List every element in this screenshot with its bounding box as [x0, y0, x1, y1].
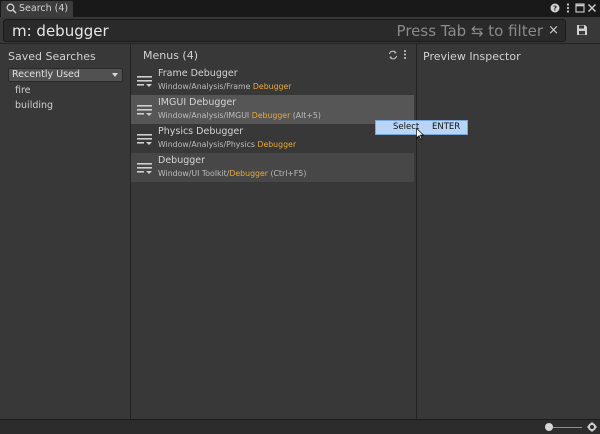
search-query[interactable]: m: debugger — [12, 21, 109, 41]
menu-path: Window/Analysis/IMGUI Debugger (Alt+5) — [158, 111, 321, 120]
saved-searches-dropdown[interactable]: Recently Used — [8, 68, 123, 82]
menu-icon — [137, 76, 152, 87]
results-title: Menus (4) — [143, 49, 199, 62]
menu-icon — [137, 105, 152, 116]
more-icon[interactable] — [562, 2, 574, 14]
tab-bar: Search (4) ? — [0, 0, 600, 17]
close-icon[interactable] — [586, 2, 598, 14]
menu-row-physics-debugger[interactable]: Physics Debugger Window/Analysis/Physics… — [131, 124, 414, 153]
saved-search-item[interactable]: fire — [15, 85, 31, 96]
saved-searches-title: Saved Searches — [8, 50, 96, 63]
saved-searches-panel: Saved Searches Recently Used fire buildi… — [0, 44, 131, 419]
clear-search-button[interactable]: × — [548, 22, 559, 40]
search-hint: Press Tab ⇆ to filter — [396, 22, 543, 40]
saved-search-item[interactable]: building — [15, 100, 53, 111]
menu-name: IMGUI Debugger — [158, 97, 237, 108]
menu-row-imgui-debugger[interactable]: IMGUI Debugger Window/Analysis/IMGUI Deb… — [131, 95, 414, 124]
search-input[interactable]: m: debugger Press Tab ⇆ to filter × — [3, 19, 566, 42]
gear-icon[interactable] — [587, 422, 597, 432]
zoom-slider-handle[interactable] — [545, 423, 553, 431]
menu-path: Window/Analysis/Frame Debugger — [158, 82, 292, 91]
search-icon — [6, 3, 17, 14]
menu-icon — [137, 134, 152, 145]
menu-name: Physics Debugger — [158, 126, 244, 137]
select-shortcut: ENTER — [432, 122, 461, 132]
menu-icon — [137, 163, 152, 174]
mouse-cursor-icon — [416, 128, 424, 140]
results-header: Menus (4) — [131, 44, 416, 64]
status-bar — [0, 419, 600, 434]
menu-path: Window/UI Toolkit/Debugger (Ctrl+F5) — [158, 169, 307, 178]
menu-path: Window/Analysis/Physics Debugger — [158, 140, 297, 149]
preview-inspector-panel: Preview Inspector — [416, 44, 600, 419]
more-icon[interactable] — [402, 49, 408, 60]
preview-inspector-title: Preview Inspector — [423, 50, 521, 63]
menu-name: Debugger — [158, 155, 206, 166]
search-bar: m: debugger Press Tab ⇆ to filter × — [0, 17, 600, 44]
tab-search[interactable]: Search (4) — [1, 1, 73, 17]
dropdown-value: Recently Used — [12, 69, 80, 80]
menu-row-frame-debugger[interactable]: Frame Debugger Window/Analysis/Frame Deb… — [131, 66, 414, 95]
save-icon[interactable] — [576, 24, 588, 36]
zoom-slider-track[interactable] — [548, 427, 582, 428]
menu-row-debugger[interactable]: Debugger Window/UI Toolkit/Debugger (Ctr… — [131, 153, 414, 182]
maximize-icon[interactable] — [574, 2, 586, 14]
menu-name: Frame Debugger — [158, 68, 238, 79]
chevron-down-icon — [112, 73, 118, 77]
help-icon[interactable]: ? — [549, 2, 561, 14]
tab-title: Search (4) — [19, 3, 69, 14]
svg-text:?: ? — [553, 5, 557, 13]
refresh-icon[interactable] — [388, 50, 398, 60]
results-panel: Menus (4) Frame Debugger Window/Analysis… — [131, 44, 416, 419]
